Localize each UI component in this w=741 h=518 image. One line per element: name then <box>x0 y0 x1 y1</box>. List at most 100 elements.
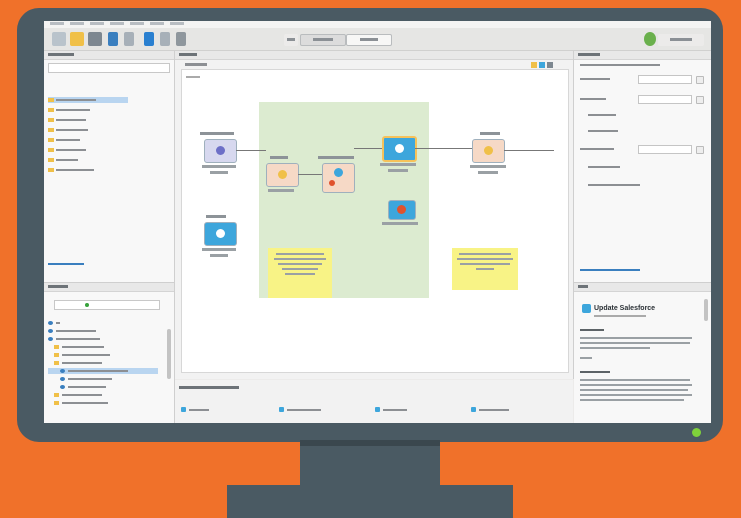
operator-read-salesforce[interactable] <box>204 222 237 246</box>
monitor-stand-neck <box>300 440 440 485</box>
user-account-label[interactable] <box>658 34 704 46</box>
recommended-operator[interactable] <box>471 406 531 413</box>
operators-search-input[interactable] <box>54 300 160 310</box>
recommended-operator[interactable] <box>375 406 435 413</box>
repository-link[interactable] <box>48 263 84 265</box>
operator-tree-item[interactable] <box>48 344 158 350</box>
recommended-operators-title <box>179 386 239 389</box>
menu-item-extensions[interactable] <box>170 22 184 25</box>
repository-item[interactable] <box>48 127 128 133</box>
canvas-options-icon[interactable] <box>547 62 553 68</box>
repository-search-input[interactable] <box>48 63 170 73</box>
zoom-icon[interactable] <box>539 62 545 68</box>
design-mode-button[interactable] <box>300 34 346 46</box>
param-connection[interactable] <box>580 75 704 84</box>
redo-icon[interactable] <box>124 32 134 46</box>
menu-item-settings[interactable] <box>150 22 164 25</box>
repository-item[interactable] <box>48 97 128 103</box>
settings-icon[interactable] <box>176 32 186 46</box>
operator-caption <box>268 189 294 192</box>
repository-item[interactable] <box>48 117 128 123</box>
operator-caption <box>478 171 498 174</box>
menu-item-connections[interactable] <box>130 22 144 25</box>
recommended-operator[interactable] <box>279 406 339 413</box>
process-breadcrumb[interactable] <box>185 63 207 66</box>
operator-tree-item[interactable] <box>48 376 158 382</box>
help-scrollbar[interactable] <box>704 299 708 321</box>
monitor-stand-shadow <box>300 440 440 446</box>
operator-tree-item-selected[interactable] <box>48 368 158 374</box>
operator-tree-item[interactable] <box>48 392 158 398</box>
process-note[interactable] <box>268 248 332 298</box>
operator-retrieve[interactable] <box>204 139 237 163</box>
operator-select[interactable] <box>266 163 299 187</box>
menu-item-view[interactable] <box>110 22 124 25</box>
param-connection-select[interactable] <box>638 75 692 84</box>
operator-caption <box>382 222 418 225</box>
operator-tree-item[interactable] <box>48 328 158 334</box>
repository-item[interactable] <box>48 167 128 173</box>
undo-icon[interactable] <box>108 32 118 46</box>
process-canvas[interactable] <box>181 69 569 373</box>
operator-caption <box>388 169 408 172</box>
repository-item[interactable] <box>48 147 128 153</box>
help-icon[interactable] <box>696 146 704 154</box>
operator-caption <box>202 248 236 251</box>
run-process-icon[interactable] <box>144 32 154 46</box>
param-checkbox[interactable] <box>580 127 704 135</box>
repository-item[interactable] <box>48 137 128 143</box>
operator-generate-attributes[interactable] <box>322 163 355 193</box>
operators-panel-header <box>44 283 174 292</box>
results-mode-button[interactable] <box>346 34 392 46</box>
operator-tree-item[interactable] <box>48 384 158 390</box>
operators-scrollbar[interactable] <box>167 329 171 379</box>
repository-item[interactable] <box>48 107 128 113</box>
operator-tree-item[interactable] <box>48 400 158 406</box>
param-checkbox[interactable] <box>580 163 704 171</box>
param-attribute-key[interactable] <box>580 145 704 154</box>
user-account-icon[interactable] <box>644 32 656 46</box>
save-icon[interactable] <box>88 32 102 46</box>
operator-caption <box>210 254 228 257</box>
param-checkbox[interactable] <box>580 111 704 119</box>
operator-tree-item[interactable] <box>48 336 158 342</box>
operator-trigger[interactable] <box>388 200 416 220</box>
operator-tree-item[interactable] <box>48 320 158 326</box>
menu-bar <box>44 21 711 28</box>
process-note[interactable] <box>452 248 518 290</box>
operator-title <box>270 156 288 159</box>
cloud-icon <box>216 229 225 238</box>
help-panel-header <box>574 283 711 292</box>
stop-process-icon[interactable] <box>160 32 170 46</box>
auto-wire-icon[interactable] <box>531 62 537 68</box>
param-object-select[interactable] <box>638 95 692 104</box>
param-checkbox[interactable] <box>580 181 704 189</box>
operator-execute[interactable] <box>472 139 505 163</box>
recommended-operator[interactable] <box>181 406 241 413</box>
help-icon[interactable] <box>696 96 704 104</box>
operator-tree-item[interactable] <box>48 352 158 358</box>
connection-wire <box>298 174 322 175</box>
menu-item-edit[interactable] <box>70 22 84 25</box>
menu-item-file[interactable] <box>50 22 64 25</box>
connection-wire <box>354 148 382 149</box>
operator-tree-item[interactable] <box>48 360 158 366</box>
operator-caption <box>202 165 236 168</box>
param-object-name[interactable] <box>580 95 704 104</box>
operator-title <box>318 156 354 159</box>
menu-item-process[interactable] <box>90 22 104 25</box>
parameters-panel-header <box>574 51 711 60</box>
param-attribute-select[interactable] <box>638 145 692 154</box>
edit-connection-icon[interactable] <box>696 76 704 84</box>
operator-update-salesforce[interactable] <box>382 136 417 162</box>
open-folder-icon[interactable] <box>70 32 84 46</box>
repository-item[interactable] <box>48 157 128 163</box>
help-operator-title: Update Salesforce <box>594 305 656 312</box>
show-advanced-parameters-link[interactable] <box>580 269 640 271</box>
operators-panel <box>44 282 174 423</box>
connection-wire <box>236 150 266 151</box>
folder-icon <box>48 128 54 132</box>
new-process-icon[interactable] <box>52 32 66 46</box>
operator-icon <box>582 304 591 313</box>
search-icon <box>85 303 89 307</box>
